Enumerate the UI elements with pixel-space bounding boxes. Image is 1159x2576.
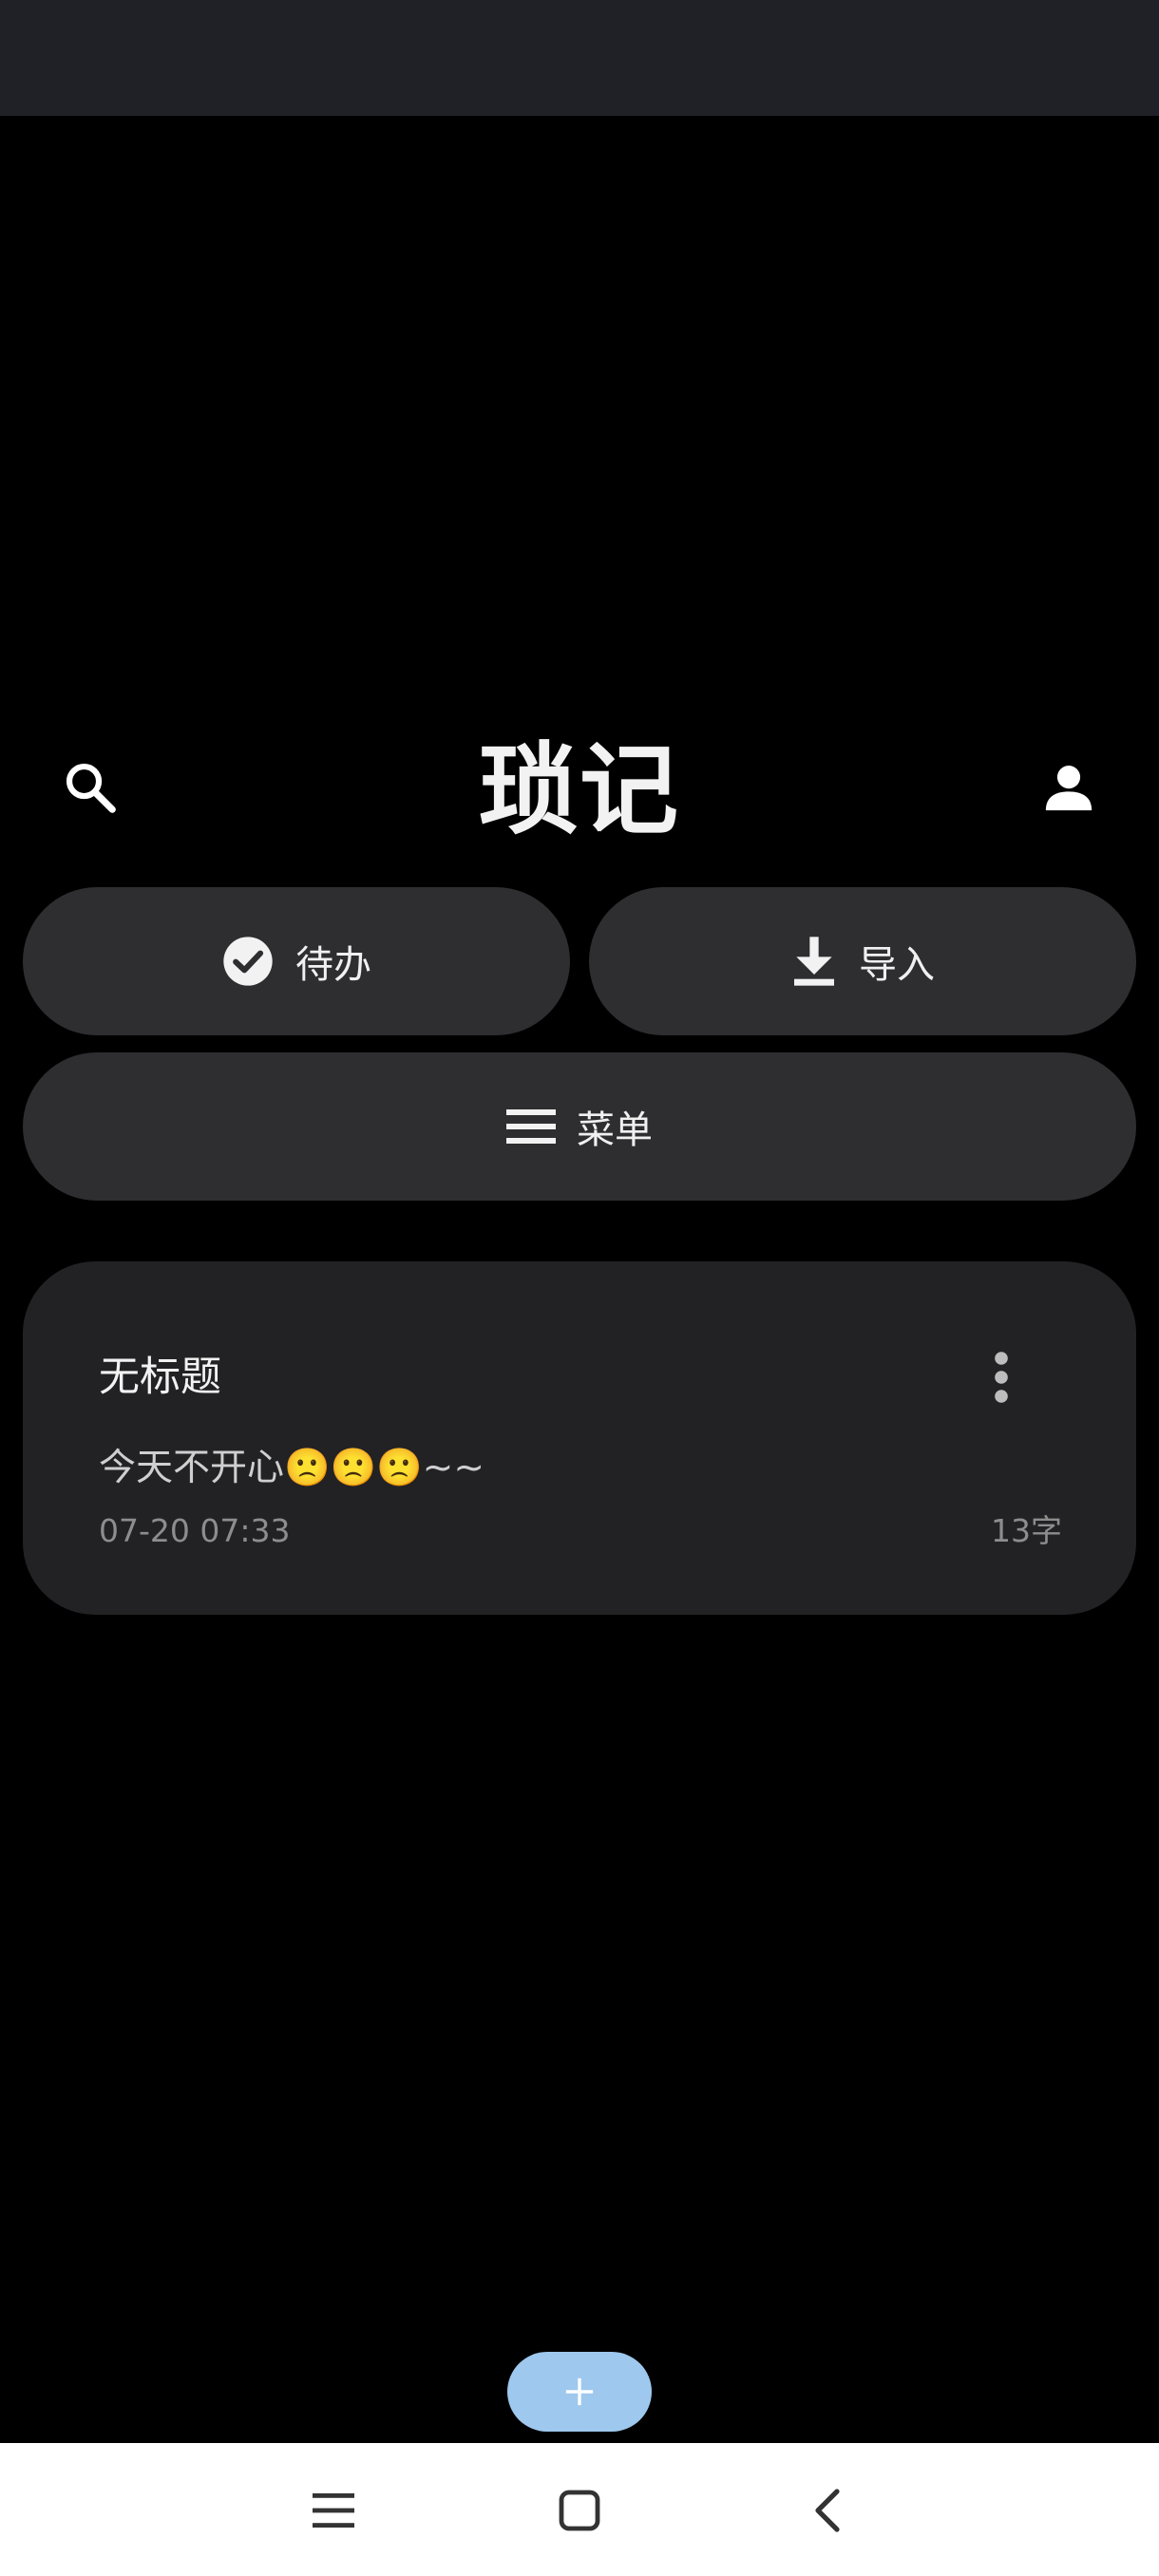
status-bar (0, 0, 1159, 116)
system-nav-bar (0, 2443, 1159, 2576)
profile-button[interactable] (1026, 745, 1112, 830)
person-icon (1045, 766, 1092, 811)
back-button[interactable] (785, 2468, 870, 2553)
menu-button[interactable]: 菜单 (23, 1052, 1136, 1201)
plus-icon (565, 2377, 594, 2406)
note-more-button[interactable] (973, 1343, 1030, 1411)
import-label: 导入 (859, 943, 935, 987)
note-preview: 今天不开心🙁🙁🙁~~ (99, 1447, 485, 1489)
note-card[interactable]: 无标题 今天不开心🙁🙁🙁~~ 07-20 07:33 13字 (23, 1261, 1136, 1615)
recents-menu-icon (313, 2493, 354, 2528)
search-button[interactable] (48, 745, 133, 830)
page-title: 琐记 (478, 732, 680, 848)
todo-button[interactable]: 待办 (23, 887, 570, 1035)
import-button[interactable]: 导入 (589, 887, 1136, 1035)
download-icon (794, 937, 834, 986)
note-date: 07-20 07:33 (99, 1512, 291, 1549)
search-icon (66, 763, 116, 813)
todo-label: 待办 (295, 943, 371, 987)
home-button[interactable] (537, 2468, 622, 2553)
menu-label: 菜单 (577, 1108, 653, 1152)
note-word-count: 13字 (991, 1512, 1062, 1549)
check-circle-icon (223, 937, 273, 986)
hamburger-icon (506, 1109, 556, 1144)
home-square-icon (559, 2490, 600, 2531)
more-vertical-icon (995, 1352, 1008, 1403)
recents-button[interactable] (291, 2468, 376, 2553)
note-title: 无标题 (99, 1354, 221, 1401)
back-chevron-icon (815, 2489, 840, 2532)
add-note-button[interactable] (507, 2352, 652, 2432)
